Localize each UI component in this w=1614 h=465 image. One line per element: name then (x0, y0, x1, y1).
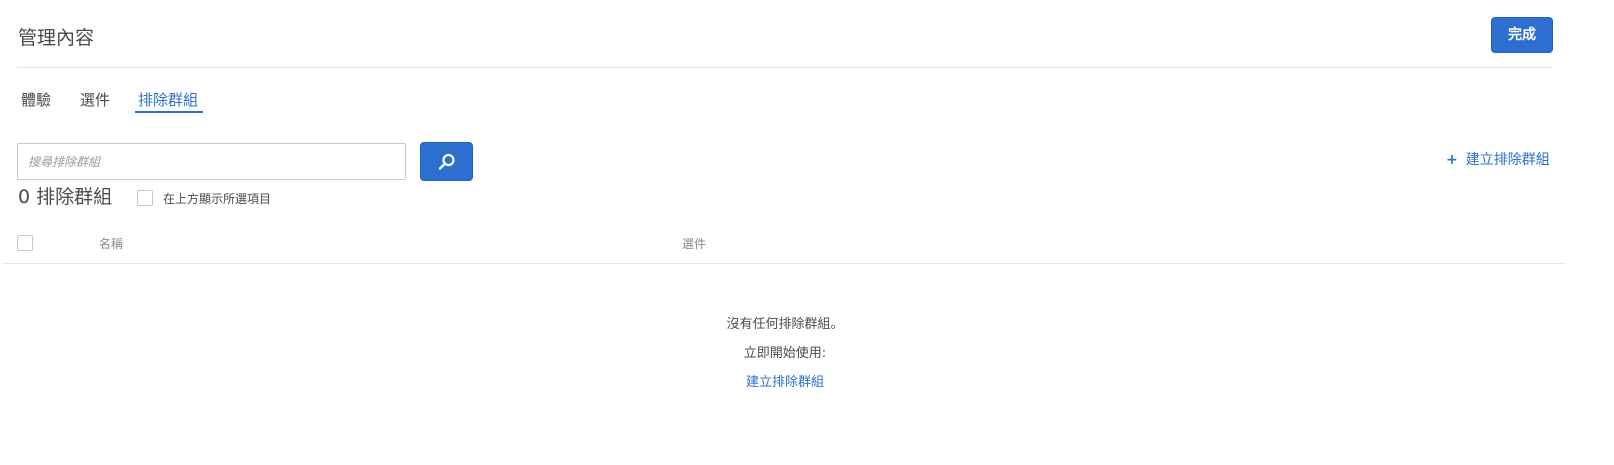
exclusion-group-count: 0 排除群組 (18, 186, 113, 208)
create-exclusion-group-link[interactable]: + 建立排除群組 (1446, 151, 1550, 169)
table-header-divider (2, 263, 1566, 264)
tab-exclusion-groups[interactable]: 排除群組 (138, 90, 198, 110)
search-button[interactable] (420, 142, 473, 181)
tab-experiences[interactable]: 體驗 (21, 90, 51, 110)
plus-icon: + (1446, 152, 1458, 168)
done-button[interactable]: 完成 (1491, 17, 1553, 53)
column-header-offers[interactable]: 選件 (682, 236, 706, 252)
show-selected-label: 在上方顯示所選項目 (163, 192, 272, 206)
select-all-checkbox[interactable] (17, 235, 33, 251)
create-exclusion-group-empty-link[interactable]: 建立排除群組 (746, 375, 824, 390)
tab-offers[interactable]: 選件 (80, 90, 110, 110)
page-title: 管理內容 (18, 27, 95, 49)
search-icon (438, 153, 455, 170)
header-divider (17, 67, 1553, 68)
empty-state-subtitle: 立即開始使用: (743, 346, 827, 361)
create-exclusion-group-label: 建立排除群組 (1465, 152, 1550, 168)
show-selected-checkbox[interactable] (137, 190, 153, 206)
search-input[interactable] (17, 143, 406, 180)
active-tab-indicator (135, 111, 203, 113)
empty-state-create-link: 建立排除群組 (0, 374, 1570, 392)
column-header-name[interactable]: 名稱 (99, 236, 123, 252)
empty-state-title: 沒有任何排除群組。 (726, 317, 844, 332)
